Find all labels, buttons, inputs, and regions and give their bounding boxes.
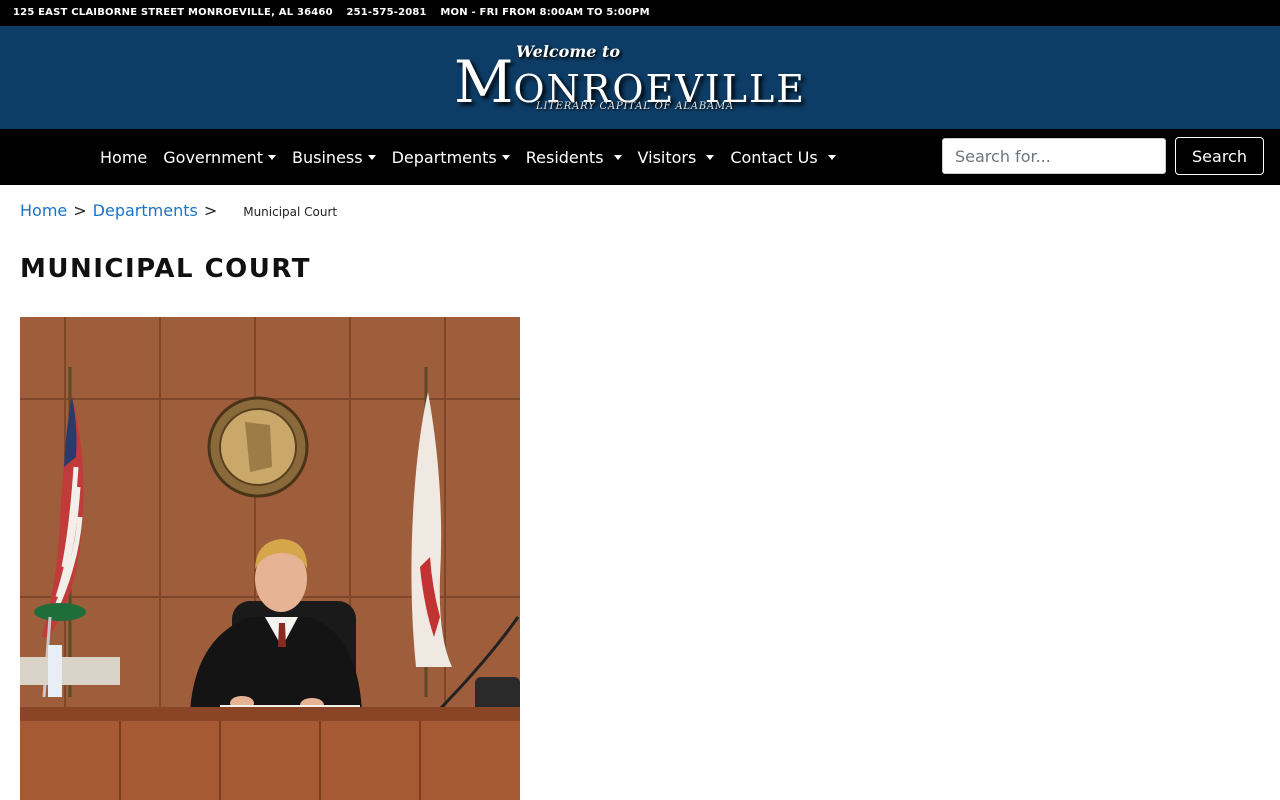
top-info-bar: 125 EAST CLAIBORNE STREET MONROEVILLE, A… (0, 0, 1280, 26)
logo-initial: M (454, 48, 514, 116)
hours-text: MON - FRI FROM 8:00AM TO 5:00PM (440, 7, 650, 18)
nav-item-label: Business (292, 147, 363, 167)
nav-item-label: Home (100, 147, 148, 167)
site-logo[interactable]: Welcome to MONROEVILLE LITERARY CAPITAL … (450, 40, 810, 120)
nav-item-label: Visitors (637, 147, 697, 167)
nav-item-home[interactable]: Home (92, 148, 155, 167)
logo-tagline: LITERARY CAPITAL OF ALABAMA (536, 101, 735, 112)
address-text: 125 EAST CLAIBORNE STREET MONROEVILLE, A… (13, 7, 333, 18)
breadcrumb-departments-link[interactable]: Departments (93, 201, 198, 220)
caret-down-icon (268, 154, 277, 160)
nav-item-label: Departments (391, 147, 497, 167)
nav-item-label: Contact Us (730, 147, 818, 167)
caret-down-icon (501, 154, 510, 160)
search-button[interactable]: Search (1175, 137, 1264, 175)
header-banner: Welcome to MONROEVILLE LITERARY CAPITAL … (0, 26, 1280, 129)
breadcrumb: Home > Departments > Municipal Court (20, 201, 337, 220)
nav-item-business[interactable]: Business (284, 148, 384, 167)
caret-down-icon (827, 154, 836, 160)
search-input[interactable] (942, 138, 1166, 174)
judge-photo (20, 317, 520, 800)
caret-down-icon (706, 154, 715, 160)
nav-item-contact-us[interactable]: Contact Us (722, 148, 843, 167)
nav-item-visitors[interactable]: Visitors (630, 148, 723, 167)
nav-item-label: Residents (525, 147, 604, 167)
phone-text: 251-575-2081 (346, 7, 427, 18)
caret-down-icon (613, 154, 622, 160)
breadcrumb-separator: > (203, 201, 218, 220)
nav-item-government[interactable]: Government (155, 148, 284, 167)
main-navbar: Home Government Business Departments Res… (0, 129, 1280, 185)
caret-down-icon (367, 154, 376, 160)
breadcrumb-current: Municipal Court (243, 205, 338, 219)
nav-menu: Home Government Business Departments Res… (92, 129, 844, 185)
page-title: MUNICIPAL COURT (20, 254, 311, 284)
nav-item-residents[interactable]: Residents (518, 148, 630, 167)
nav-item-departments[interactable]: Departments (384, 148, 518, 167)
breadcrumb-home-link[interactable]: Home (20, 201, 67, 220)
nav-item-label: Government (163, 147, 264, 167)
breadcrumb-separator: > (73, 201, 87, 220)
